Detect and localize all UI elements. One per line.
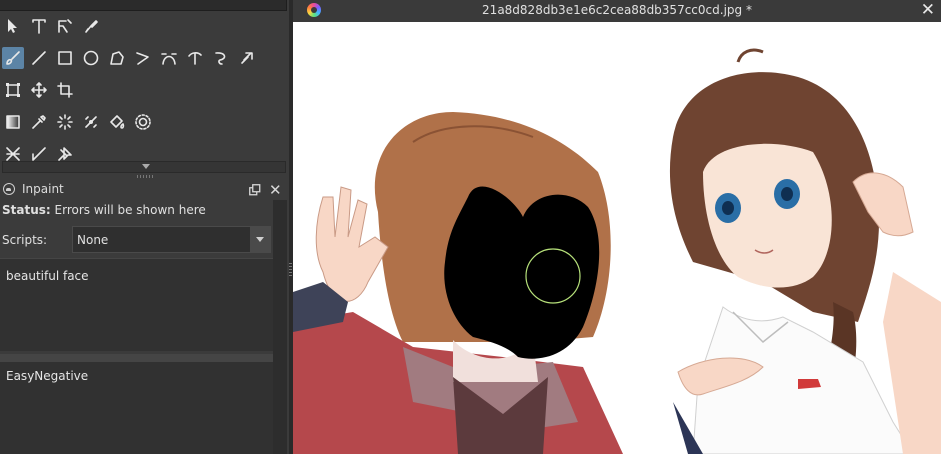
document-tab[interactable]: 21a8d828db3e1e6c2cea88db357cc0cd.jpg * ✕ (293, 0, 941, 22)
prompt-text: beautiful face (6, 269, 89, 283)
scripts-dropdown[interactable]: None (72, 226, 271, 253)
bezier-curve-tool-icon[interactable] (158, 47, 180, 69)
reference-images-tool-icon[interactable] (54, 143, 76, 161)
select-shapes-tool-icon[interactable] (2, 15, 24, 37)
assistant-tool-icon[interactable] (2, 143, 24, 161)
close-panel-icon[interactable]: ✕ (269, 183, 282, 198)
calligraphy-tool-icon[interactable] (80, 15, 102, 37)
status-text: Errors will be shown here (54, 203, 206, 217)
freehand-brush-tool-icon[interactable] (2, 47, 24, 69)
dock-resize-grip[interactable] (137, 175, 153, 178)
colorize-mask-tool-icon[interactable] (54, 111, 76, 133)
panel-scrollbar[interactable] (273, 200, 287, 454)
scripts-selected-value: None (77, 233, 109, 247)
negative-prompt-textarea[interactable]: EasyNegative (0, 362, 273, 454)
crop-tool-icon[interactable] (54, 79, 76, 101)
document-view: 21a8d828db3e1e6c2cea88db357cc0cd.jpg * ✕ (293, 0, 941, 454)
status-label: Status: (2, 203, 51, 217)
edit-shapes-tool-icon[interactable] (54, 15, 76, 37)
ellipse-tool-icon[interactable] (80, 47, 102, 69)
chevron-down-icon (142, 164, 150, 169)
splitter-grip (289, 262, 292, 276)
artwork-image (293, 48, 941, 454)
multibrush-tool-icon[interactable] (236, 47, 258, 69)
scripts-label: Scripts: (2, 233, 48, 247)
dock-top-strip (0, 0, 287, 11)
line-tool-icon[interactable] (28, 47, 50, 69)
close-document-icon[interactable]: ✕ (921, 1, 935, 19)
gradient-tool-icon[interactable] (2, 111, 24, 133)
inpaint-panel-header: Inpaint (0, 180, 289, 200)
document-title: 21a8d828db3e1e6c2cea88db357cc0cd.jpg * (482, 3, 752, 17)
canvas[interactable] (293, 22, 941, 454)
status-row: Status: Errors will be shown here (2, 203, 206, 217)
lock-icon[interactable] (3, 183, 15, 195)
color-sampler-tool-icon[interactable] (28, 111, 50, 133)
text-tool-icon[interactable] (28, 15, 50, 37)
enclose-fill-tool-icon[interactable] (132, 111, 154, 133)
polyline-tool-icon[interactable] (132, 47, 154, 69)
transform-tool-icon[interactable] (2, 79, 24, 101)
move-tool-icon[interactable] (28, 79, 50, 101)
prompt-textarea[interactable]: beautiful face (0, 258, 273, 351)
fill-tool-icon[interactable] (106, 111, 128, 133)
rectangle-tool-icon[interactable] (54, 47, 76, 69)
float-panel-icon[interactable] (249, 184, 261, 196)
dropdown-arrow-icon[interactable] (250, 227, 270, 252)
toolbox-collapse-bar[interactable] (2, 161, 286, 173)
left-dock: Inpaint ✕ Status: Errors will be shown h… (0, 0, 289, 454)
toolbox (0, 11, 289, 161)
smart-patch-tool-icon[interactable] (80, 111, 102, 133)
dynamic-brush-tool-icon[interactable] (210, 47, 232, 69)
inpaint-panel-body: Status: Errors will be shown here Script… (0, 200, 273, 454)
measure-tool-icon[interactable] (28, 143, 50, 161)
freehand-path-tool-icon[interactable] (184, 47, 206, 69)
polygon-tool-icon[interactable] (106, 47, 128, 69)
panel-title: Inpaint (22, 182, 64, 196)
negative-prompt-text: EasyNegative (6, 369, 89, 383)
prompt-splitter[interactable] (0, 354, 273, 362)
